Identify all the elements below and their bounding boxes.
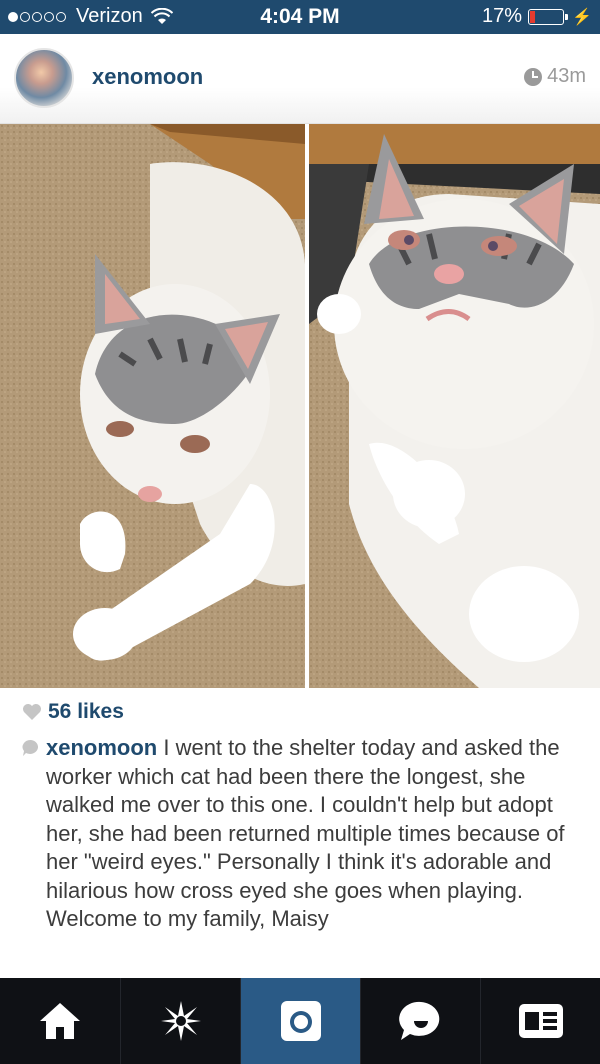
battery-percentage: 17% <box>482 5 523 27</box>
post-age: 43m <box>547 65 586 87</box>
tab-news[interactable] <box>360 978 480 1064</box>
post-timestamp: 43m <box>524 65 586 88</box>
home-icon <box>40 1003 80 1039</box>
post-photo[interactable] <box>0 124 600 688</box>
comment-icon <box>22 739 39 756</box>
tab-bar <box>0 978 600 1064</box>
status-bar: Verizon 4:04 PM 17% ⚡ <box>0 0 600 34</box>
clock-icon <box>524 67 543 86</box>
likes-row[interactable]: 56 likes <box>22 700 124 724</box>
photo-panel-left <box>0 124 305 688</box>
star-icon <box>160 1001 201 1041</box>
post-username[interactable]: xenomoon <box>92 64 203 90</box>
speech-bubble-icon <box>398 1001 439 1040</box>
heart-icon <box>23 704 41 720</box>
caption: xenomoon I went to the shelter today and… <box>22 734 592 934</box>
photo-panel-right <box>309 124 600 688</box>
tab-camera[interactable] <box>240 978 360 1064</box>
avatar[interactable] <box>14 48 74 108</box>
profile-card-icon <box>518 1004 563 1038</box>
caption-body: I went to the shelter today and asked th… <box>46 735 565 931</box>
tab-profile[interactable] <box>480 978 600 1064</box>
status-right: 17% ⚡ <box>482 5 592 28</box>
camera-icon <box>280 1001 321 1041</box>
battery-icon <box>528 8 569 25</box>
charging-icon: ⚡ <box>572 8 592 26</box>
post-header: xenomoon 43m <box>0 34 600 124</box>
tab-home[interactable] <box>0 978 120 1064</box>
likes-count[interactable]: 56 likes <box>48 700 124 724</box>
caption-text: xenomoon I went to the shelter today and… <box>46 734 592 934</box>
tab-explore[interactable] <box>120 978 240 1064</box>
caption-username[interactable]: xenomoon <box>46 735 157 760</box>
